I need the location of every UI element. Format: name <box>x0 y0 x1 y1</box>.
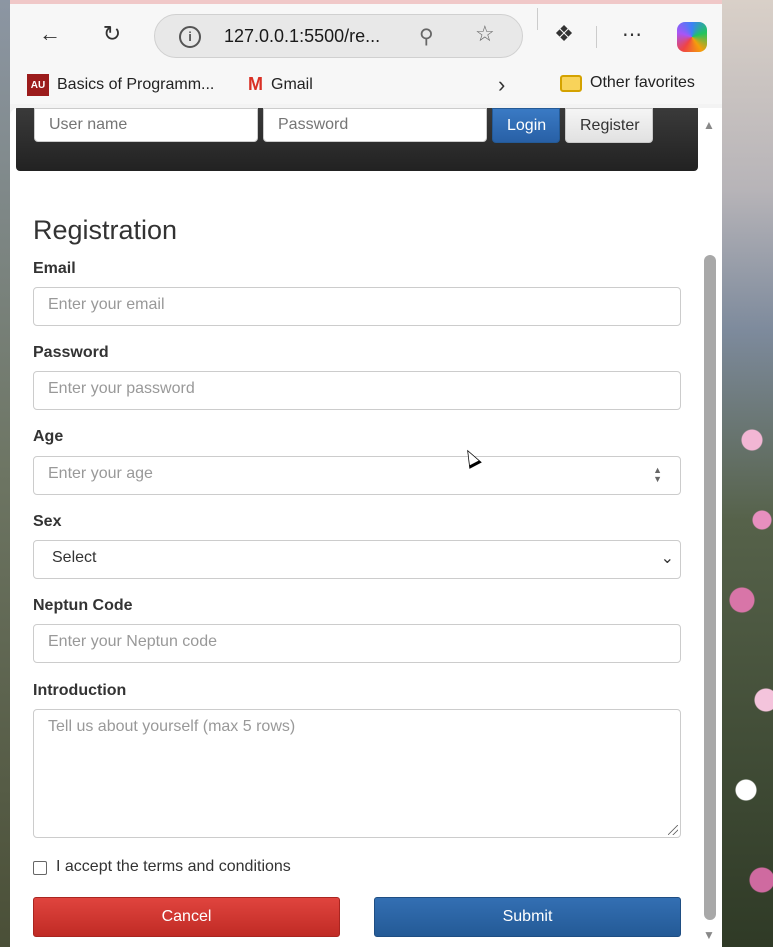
cancel-button[interactable]: Cancel <box>33 897 340 937</box>
terms-label[interactable]: I accept the terms and conditions <box>56 858 291 876</box>
introduction-label: Introduction <box>33 682 127 699</box>
email-field[interactable]: Enter your email <box>33 287 681 326</box>
page-viewport: Login Register Registration Email Enter … <box>10 108 722 947</box>
bookmarks-bar: AU Basics of Programm... M Gmail › Other… <box>10 66 722 104</box>
register-button[interactable]: Register <box>565 108 653 143</box>
username-input[interactable] <box>34 108 258 142</box>
refresh-icon[interactable]: ↻ <box>96 18 128 50</box>
submit-button[interactable]: Submit <box>374 897 681 937</box>
address-bar[interactable]: i 127.0.0.1:5500/re... ⚲ ☆ <box>154 14 523 58</box>
page-scrollbar[interactable]: ▲ ▼ <box>700 108 722 947</box>
age-label: Age <box>33 428 64 445</box>
introduction-placeholder: Tell us about yourself (max 5 rows) <box>48 718 296 735</box>
info-icon[interactable]: i <box>179 26 201 48</box>
neptun-label: Neptun Code <box>33 597 133 614</box>
password-field[interactable]: Enter your password <box>33 371 681 410</box>
toolbar-divider <box>596 26 597 48</box>
extensions-icon[interactable]: ❖ <box>548 18 580 50</box>
bookmark-other-favorites[interactable]: Other favorites <box>560 74 695 92</box>
chevron-right-icon[interactable]: › <box>498 72 505 98</box>
neptun-placeholder: Enter your Neptun code <box>48 633 217 650</box>
copilot-icon[interactable] <box>677 22 707 52</box>
neptun-code-field[interactable]: Enter your Neptun code <box>33 624 681 663</box>
scroll-down-arrow-icon[interactable]: ▼ <box>703 928 715 942</box>
top-navbar: Login Register <box>16 108 698 171</box>
gmail-icon: M <box>248 74 263 94</box>
email-label: Email <box>33 260 76 277</box>
address-url[interactable]: 127.0.0.1:5500/re... <box>224 26 380 47</box>
folder-icon <box>560 74 582 92</box>
terms-checkbox[interactable] <box>33 861 47 875</box>
age-field[interactable]: Enter your age ▲ ▼ <box>33 456 681 495</box>
back-arrow-icon[interactable]: ← <box>34 18 66 50</box>
chevron-down-icon: ⌄ <box>660 550 674 567</box>
page-title: Registration <box>33 215 178 245</box>
terms-row: I accept the terms and conditions <box>33 858 291 876</box>
age-placeholder: Enter your age <box>48 465 153 482</box>
desktop-background-right <box>722 0 773 947</box>
bookmark-label: Basics of Programm... <box>57 76 215 93</box>
sex-select[interactable]: Select ⌄ <box>33 540 681 579</box>
navbar-password-input[interactable] <box>263 108 487 142</box>
bookmark-label: Other favorites <box>590 74 695 91</box>
scroll-up-arrow-icon[interactable]: ▲ <box>703 118 715 132</box>
au-logo-icon: AU <box>27 74 49 96</box>
favorite-star-icon[interactable]: ☆ <box>475 21 495 47</box>
more-icon[interactable]: ⋯ <box>616 18 648 50</box>
password-label: Password <box>33 344 109 361</box>
password-placeholder: Enter your password <box>48 380 195 397</box>
zoom-out-icon[interactable]: ⚲ <box>419 24 434 49</box>
email-placeholder: Enter your email <box>48 296 165 313</box>
bookmarks-divider <box>537 8 538 30</box>
number-spinner-icon[interactable]: ▲ ▼ <box>653 466 662 484</box>
sex-selected-value: Select <box>52 549 97 566</box>
sex-label: Sex <box>33 513 62 530</box>
bookmark-label: Gmail <box>271 75 313 93</box>
browser-toolbar: ← ↻ i 127.0.0.1:5500/re... ⚲ ☆ ❖ ⋯ <box>10 0 722 66</box>
resize-handle-icon[interactable] <box>668 825 678 835</box>
introduction-textarea[interactable]: Tell us about yourself (max 5 rows) <box>33 709 681 838</box>
bookmark-gmail[interactable]: M Gmail <box>248 74 313 95</box>
bookmark-basics-of-programming[interactable]: AU Basics of Programm... <box>27 74 214 96</box>
scrollbar-thumb[interactable] <box>704 255 716 920</box>
browser-window: ← ↻ i 127.0.0.1:5500/re... ⚲ ☆ ❖ ⋯ AU Ba… <box>10 0 722 947</box>
login-button[interactable]: Login <box>492 108 560 143</box>
